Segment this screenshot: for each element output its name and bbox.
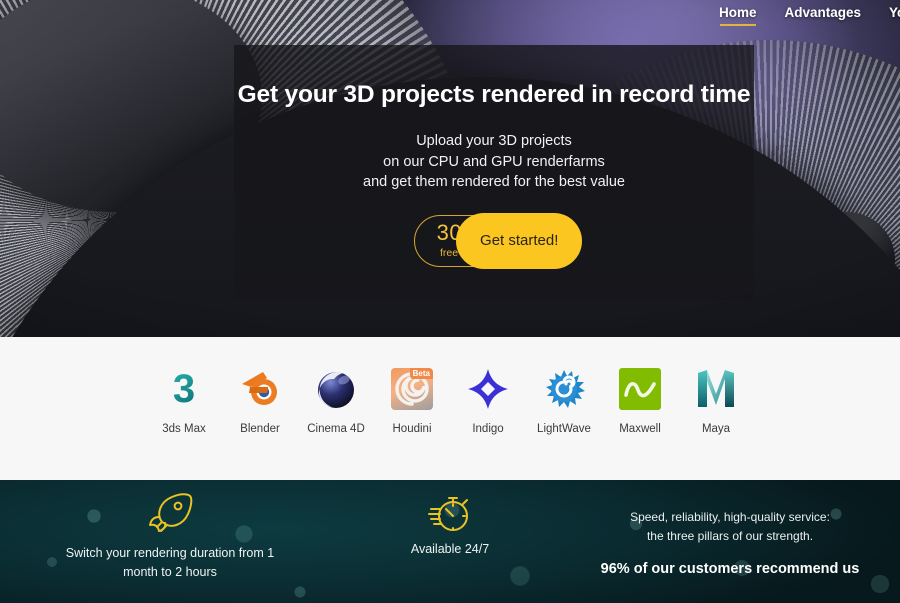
- software-logo-lightwave[interactable]: LightWave: [526, 364, 602, 435]
- software-label: Maya: [701, 423, 731, 435]
- feature-trust-line-1: Speed, reliability, high-quality service…: [630, 510, 830, 524]
- feature-speed-line-2: month to 2 hours: [123, 565, 217, 579]
- feature-speed-line-1: Switch your rendering duration from 1: [65, 546, 275, 560]
- feature-trust-line-2: the three pillars of our strength.: [646, 529, 814, 543]
- software-logo-maxwell[interactable]: Maxwell: [602, 364, 678, 435]
- maxwell-icon: [619, 364, 661, 414]
- hero-subtitle-line-2: on our CPU and GPU renderfarms: [383, 153, 605, 170]
- feature-trust: Speed, reliability, high-quality service…: [560, 480, 900, 577]
- landing-page: Home Advantages Your proj Get your 3D pr…: [0, 0, 900, 603]
- blender-icon: [237, 364, 283, 414]
- stopwatch-icon: [426, 492, 474, 536]
- hero-panel: Get your 3D projects rendered in record …: [234, 45, 754, 300]
- software-label: Indigo: [472, 423, 504, 435]
- nav-item-home[interactable]: Home: [720, 3, 756, 27]
- software-logo-3ds-max[interactable]: 3 3ds Max: [146, 364, 222, 435]
- lightwave-icon: [542, 364, 586, 414]
- hero-title: Get your 3D projects rendered in record …: [237, 81, 751, 108]
- hero-section: Home Advantages Your proj Get your 3D pr…: [0, 0, 900, 337]
- houdini-beta-badge: Beta: [409, 368, 433, 379]
- feature-trust-highlight: 96% of our customers recommend us: [600, 561, 860, 577]
- hero-subtitle-line-3: and get them rendered for the best value: [363, 174, 625, 190]
- main-navigation: Home Advantages Your proj: [720, 3, 900, 27]
- feature-availability: Available 24/7: [340, 480, 560, 559]
- indigo-icon: [467, 364, 509, 414]
- software-label: Maxwell: [619, 423, 661, 435]
- hero-subtitle: Upload your 3D projects on our CPU and G…: [363, 131, 625, 193]
- rocket-icon: [146, 492, 194, 536]
- houdini-icon: Beta: [391, 364, 433, 414]
- software-logo-maya[interactable]: Maya: [678, 364, 754, 435]
- feature-speed-text: Switch your rendering duration from 1 mo…: [66, 544, 274, 582]
- get-started-button[interactable]: Get started!: [456, 212, 583, 269]
- feature-speed: Switch your rendering duration from 1 mo…: [0, 480, 340, 582]
- feature-availability-text: Available 24/7: [410, 542, 490, 556]
- software-label: Blender: [240, 423, 280, 435]
- features-section: Switch your rendering duration from 1 mo…: [0, 480, 900, 603]
- supported-software-section: 3 3ds Max Blender Cinema 4D Beta Houdini…: [0, 337, 900, 480]
- software-label: Houdini: [392, 423, 432, 435]
- feature-trust-lead: Speed, reliability, high-quality service…: [630, 508, 830, 546]
- nav-item-your-projects[interactable]: Your proj: [889, 3, 900, 27]
- software-logo-cinema-4d[interactable]: Cinema 4D: [298, 364, 374, 435]
- software-logo-indigo[interactable]: Indigo: [450, 364, 526, 435]
- software-label: LightWave: [537, 423, 591, 435]
- software-label: 3ds Max: [162, 423, 206, 435]
- maya-icon: [695, 364, 737, 414]
- software-label: Cinema 4D: [307, 423, 365, 435]
- cinema-4d-icon: [314, 364, 358, 414]
- 3ds-max-icon: 3: [172, 367, 196, 411]
- hero-subtitle-line-1: Upload your 3D projects: [416, 133, 572, 149]
- software-logo-houdini[interactable]: Beta Houdini: [374, 364, 450, 435]
- hero-cta-group: 30 € free trial Get started!: [413, 212, 583, 269]
- software-logo-blender[interactable]: Blender: [222, 364, 298, 435]
- nav-item-advantages[interactable]: Advantages: [784, 3, 861, 27]
